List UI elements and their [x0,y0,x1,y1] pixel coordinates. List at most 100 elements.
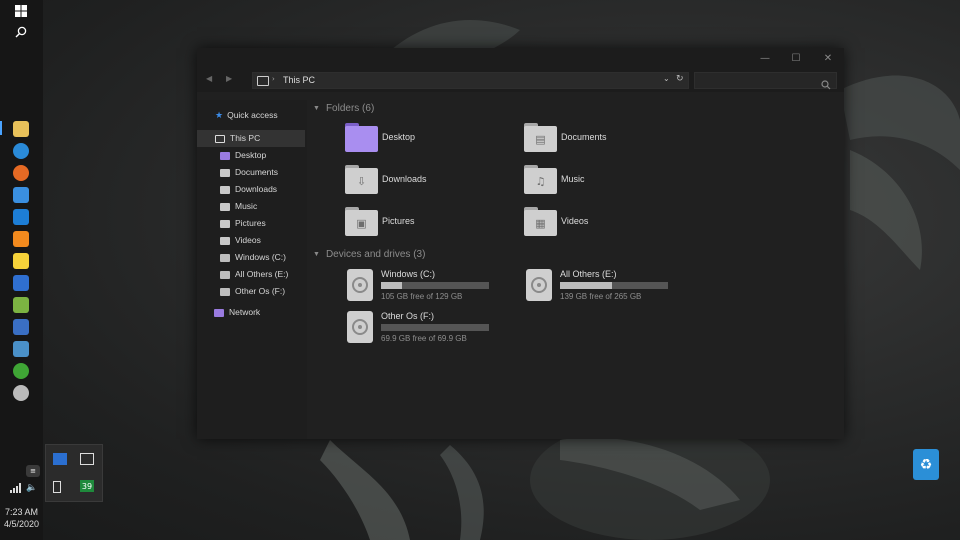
downloads-folder-icon: ⇩ [345,164,378,194]
nav-label: Quick access [227,110,278,120]
tray-badge[interactable]: 39 [80,480,94,492]
group-title: Folders (6) [325,103,375,114]
nav-videos[interactable]: Videos [220,232,261,249]
folder-label: Documents [561,132,607,142]
hard-drive-icon [347,311,373,343]
address-bar[interactable]: › This PC ⌄ ↻ [252,72,689,89]
drive-usage-bar [381,324,489,331]
this-pc-icon [257,76,269,86]
nav-this-pc[interactable]: This PC [197,130,305,147]
nav-network[interactable]: Network [214,304,260,321]
documents-folder-icon: ▤ [524,122,557,152]
nav-label: All Others (E:) [235,269,289,279]
forward-icon[interactable]: ▶ [226,74,232,83]
usb-device-icon[interactable] [53,481,61,493]
file-explorer-icon[interactable] [13,121,29,137]
xbox-icon[interactable] [13,363,29,379]
tray-overflow-popup: 39 [45,444,103,502]
volume-icon[interactable]: 🔈 [25,482,39,494]
breadcrumb-this-pc[interactable]: This PC [283,75,315,85]
refresh-icon[interactable]: ↻ [676,74,684,84]
videos-folder-icon: ▦ [524,206,557,236]
nav-drive-f[interactable]: Other Os (F:) [220,283,285,300]
nav-drive-c[interactable]: Windows (C:) [220,249,286,266]
drive-icon [220,287,230,296]
nav-pictures[interactable]: Pictures [220,215,266,232]
downloads-folder-icon [220,185,230,194]
drive-e[interactable]: All Others (E:) 139 GB free of 265 GB [526,269,856,305]
search-input[interactable] [694,72,837,90]
breadcrumb-separator-icon: › [272,75,275,83]
nav-downloads[interactable]: Downloads [220,181,277,198]
nav-label: Pictures [235,218,266,228]
nav-label: Documents [235,167,278,177]
close-button[interactable]: ✕ [821,52,835,66]
drive-usage-bar [560,282,668,289]
nav-label: Other Os (F:) [235,286,286,296]
folder-pictures[interactable]: ▣ Pictures [345,204,520,238]
desktop-folder-icon [220,151,230,160]
edge-icon[interactable] [13,143,29,159]
tray-app-icon[interactable] [53,453,67,465]
drive-usage-bar [381,282,489,289]
folder-videos[interactable]: ▦ Videos [524,204,699,238]
folder-label: Downloads [382,174,427,184]
nav-label: Downloads [235,184,278,194]
clock-date[interactable]: 4/5/2020 [0,518,43,530]
content-pane: ▼ Folders (6) Desktop ▤ Documents ⇩ Down… [307,100,844,439]
search-icon [821,75,831,94]
drive-name: All Others (E:) [560,269,617,279]
xampp-icon[interactable] [13,297,29,313]
drives-group-header[interactable]: ▼ Devices and drives (3) [313,249,425,260]
network-signal-icon[interactable] [9,482,21,494]
music-folder-icon: ♫ [524,164,557,194]
control-panel-icon[interactable] [13,341,29,357]
back-icon[interactable]: ◀ [206,74,212,83]
clock-time[interactable]: 7:23 AM [0,506,43,518]
pictures-folder-icon [220,219,230,228]
minimize-button[interactable]: — [758,52,772,66]
tray-overflow-icon[interactable]: ≡ [26,465,40,477]
battery-icon[interactable] [80,453,94,465]
settings-icon[interactable] [13,385,29,401]
nav-label: Network [229,307,261,317]
nav-desktop[interactable]: Desktop [220,147,266,164]
recycle-bin-icon[interactable]: ♻ [913,449,939,480]
active-app-indicator [0,121,2,135]
mail-icon[interactable] [13,209,29,225]
address-dropdown-icon[interactable]: ⌄ [663,74,670,83]
folder-music[interactable]: ♫ Music [524,162,699,196]
nav-music[interactable]: Music [220,198,257,215]
music-folder-icon [220,202,230,211]
network-icon [214,308,224,317]
nav-drive-e[interactable]: All Others (E:) [220,266,288,283]
drive-icon [220,270,230,279]
nav-label: Music [235,201,258,211]
firefox-icon[interactable] [13,165,29,181]
nav-quick-access[interactable]: ★ Quick access [215,107,278,124]
folder-label: Videos [561,216,589,226]
drive-free-space: 69.9 GB free of 69.9 GB [381,334,467,343]
chevron-down-icon: ▼ [313,105,320,112]
sticky-notes-icon[interactable] [13,253,29,269]
hard-drive-icon [347,269,373,301]
drive-name: Windows (C:) [381,269,436,279]
folder-label: Desktop [382,132,416,142]
folder-downloads[interactable]: ⇩ Downloads [345,162,520,196]
windows-start-icon[interactable] [13,3,29,19]
title-bar[interactable]: — ☐ ✕ [197,48,844,70]
nav-documents[interactable]: Documents [220,164,278,181]
maximize-button[interactable]: ☐ [789,52,803,66]
dev-tool-icon[interactable] [13,275,29,291]
remote-desktop-icon[interactable] [13,319,29,335]
taskbar: ≡ 🔈 7:23 AM 4/5/2020 [0,0,43,540]
search-icon[interactable] [13,24,29,40]
desktop-folder-icon [345,122,378,152]
store-icon[interactable] [13,187,29,203]
this-pc-icon [215,134,225,143]
folder-desktop[interactable]: Desktop [345,120,520,154]
drive-f[interactable]: Other Os (F:) 69.9 GB free of 69.9 GB [347,311,677,347]
folder-documents[interactable]: ▤ Documents [524,120,699,154]
folders-group-header[interactable]: ▼ Folders (6) [313,103,374,114]
sublime-icon[interactable] [13,231,29,247]
